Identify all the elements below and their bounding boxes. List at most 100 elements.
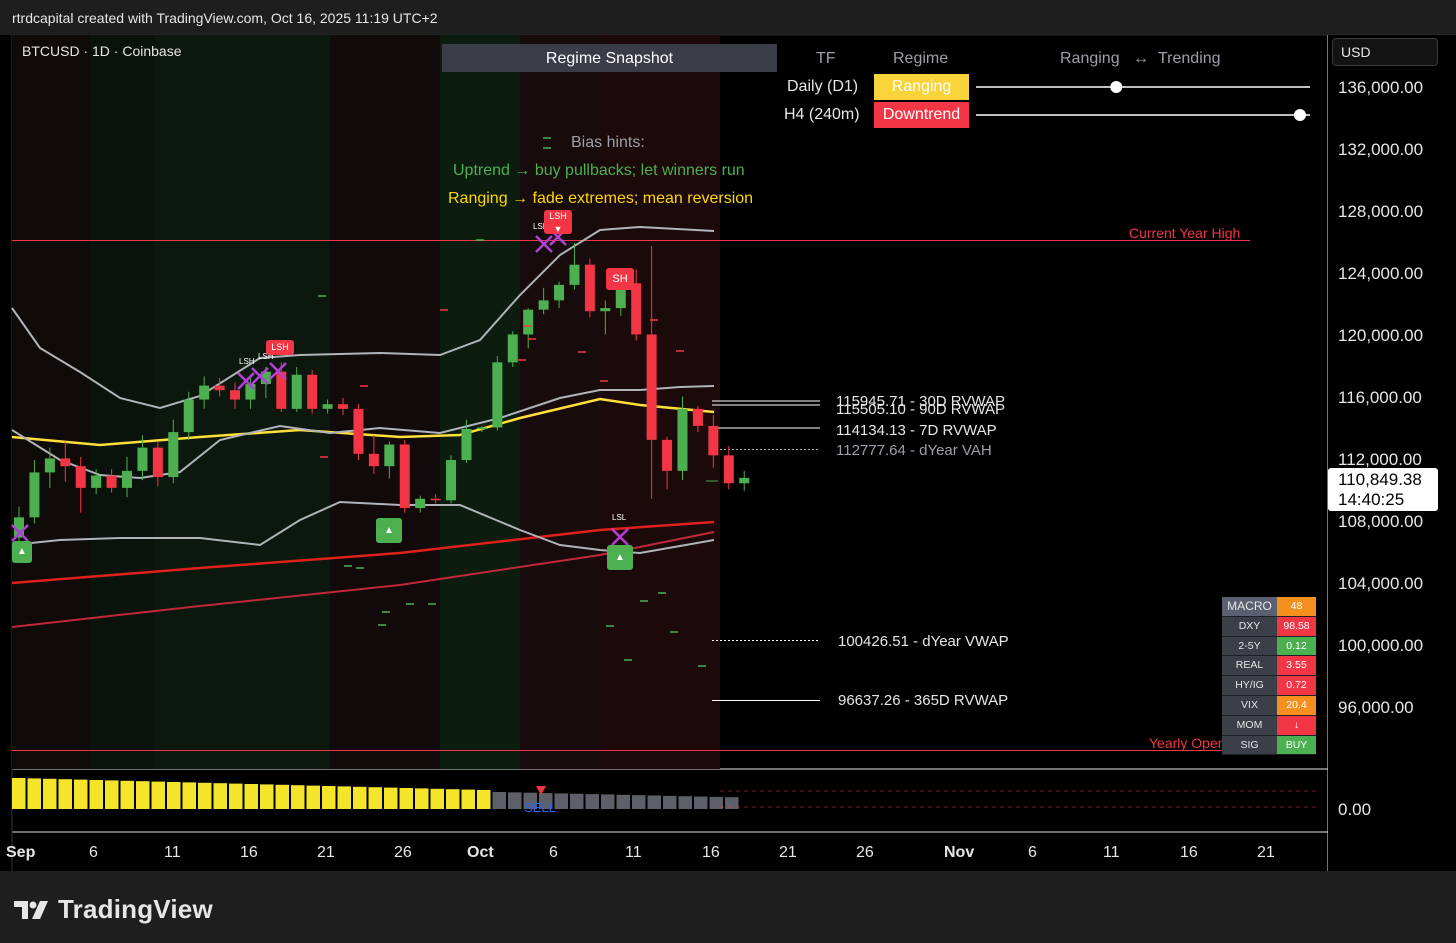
oscillator-bar bbox=[601, 794, 615, 809]
macro-value: 98.58 bbox=[1277, 616, 1316, 637]
candle-body bbox=[492, 362, 503, 428]
oscillator-bar bbox=[229, 783, 243, 809]
currency-button[interactable]: USD bbox=[1332, 38, 1438, 66]
price-chart[interactable] bbox=[0, 0, 1456, 943]
oscillator-bar bbox=[213, 783, 227, 809]
time-axis-tick: 11 bbox=[164, 844, 181, 861]
candle-body bbox=[291, 374, 302, 409]
oscillator-bar bbox=[585, 794, 599, 809]
regime-col-scale-right: Trending bbox=[1158, 50, 1221, 67]
time-axis-tick: 16 bbox=[1180, 844, 1198, 861]
time-axis-tick: 21 bbox=[317, 844, 335, 861]
lsh-signal-badge: LSH bbox=[266, 340, 294, 355]
oscillator-bar bbox=[554, 793, 568, 809]
price-axis-tick: 108,000.00 bbox=[1338, 512, 1424, 531]
regime-background-shade bbox=[440, 35, 520, 769]
candle-body bbox=[476, 427, 487, 429]
time-axis-tick: Oct bbox=[467, 844, 494, 861]
lsh-marker-label: LSH bbox=[239, 357, 255, 366]
up-signal-badge: ▲ bbox=[376, 518, 402, 543]
candle-body bbox=[152, 447, 163, 478]
time-axis-tick: 16 bbox=[702, 844, 720, 861]
bar-countdown: 14:40:25 bbox=[1338, 490, 1405, 509]
bias-uptrend-hint: Uptrend → buy pullbacks; let winners run bbox=[453, 162, 745, 179]
candle-body bbox=[29, 472, 40, 518]
level-7d-rvwap-label: 114134.13 - 7D RVWAP bbox=[836, 422, 997, 439]
macro-row: REAL 3.55 bbox=[1222, 656, 1316, 677]
time-axis-tick: 6 bbox=[1028, 844, 1037, 861]
candle-body bbox=[631, 283, 642, 335]
candle-body bbox=[692, 408, 703, 426]
lsl-marker-label: LSL bbox=[612, 513, 627, 522]
candle-body bbox=[677, 408, 688, 471]
time-axis-tick: Nov bbox=[944, 844, 975, 861]
level-365d-rvwap-label: 96637.26 - 365D RVWAP bbox=[838, 692, 1009, 709]
time-axis-tick: 21 bbox=[779, 844, 797, 861]
oscillator-bar bbox=[244, 784, 258, 809]
price-axis-tick: 100,000.00 bbox=[1338, 636, 1424, 655]
candle-body bbox=[446, 460, 457, 501]
price-axis-tick: 128,000.00 bbox=[1338, 202, 1424, 221]
oscillator-bar bbox=[58, 779, 72, 809]
oscillator-bar bbox=[399, 788, 413, 809]
down-arrow-icon: ▼ bbox=[553, 224, 563, 234]
regime-snapshot-title: Regime Snapshot bbox=[442, 44, 777, 72]
time-axis-tick: 11 bbox=[1103, 844, 1120, 861]
oscillator-bar bbox=[275, 784, 289, 809]
price-axis-tick: 136,000.00 bbox=[1338, 78, 1424, 97]
oscillator-bar bbox=[694, 796, 708, 809]
bias-ranging-hint: Ranging → fade extremes; mean reversion bbox=[448, 190, 754, 207]
regime-h4-slider-knob bbox=[1293, 109, 1306, 121]
candle-body bbox=[415, 498, 426, 509]
oscillator-bar bbox=[353, 786, 367, 809]
macro-key: 2-5Y bbox=[1222, 636, 1277, 657]
oscillator-bar bbox=[291, 785, 305, 809]
candle-body bbox=[708, 425, 719, 456]
regime-row-d1-badge: Ranging bbox=[874, 74, 969, 100]
regime-col-scale-left: Ranging bbox=[1060, 50, 1120, 67]
time-axis-tick: 26 bbox=[856, 844, 874, 861]
last-price-value: 110,849.38 bbox=[1338, 470, 1422, 489]
candle-body bbox=[338, 404, 349, 409]
time-axis-tick: 11 bbox=[625, 844, 642, 861]
price-axis-tick: 116,000.00 bbox=[1338, 388, 1422, 407]
candle-body bbox=[183, 399, 194, 433]
macro-value: ↓ bbox=[1277, 715, 1316, 736]
oscillator-bar bbox=[461, 789, 475, 809]
yearly-open-label: Yearly Open bbox=[1149, 735, 1226, 751]
price-axis-tick: 132,000.00 bbox=[1338, 140, 1424, 159]
oscillator-bar bbox=[368, 787, 382, 809]
current-year-high-label: Current Year High bbox=[1129, 225, 1241, 241]
price-axis-tick: 96,000.00 bbox=[1338, 698, 1414, 717]
oscillator-bar bbox=[492, 792, 506, 809]
level-dyear-vah-label: 112777.64 - dYear VAH bbox=[836, 442, 992, 459]
footer-bar bbox=[0, 871, 1456, 943]
regime-col-tf: TF bbox=[816, 50, 836, 67]
tradingview-logo[interactable]: TradingView bbox=[14, 894, 213, 925]
regime-row-d1-tf: Daily (D1) bbox=[787, 78, 859, 95]
time-axis-tick: 6 bbox=[549, 844, 558, 861]
oscillator-bar bbox=[430, 788, 444, 809]
time-axis-tick: 21 bbox=[1257, 844, 1275, 861]
candle-body bbox=[569, 264, 580, 285]
symbol-title[interactable]: BTCUSD · 1D · Coinbase bbox=[22, 43, 182, 59]
tradingview-wordmark: TradingView bbox=[58, 894, 213, 924]
candle-body bbox=[307, 374, 318, 409]
oscillator-bar bbox=[477, 790, 491, 809]
macro-key: VIX bbox=[1222, 695, 1277, 716]
regime-col-regime: Regime bbox=[893, 50, 949, 67]
macro-row: MACRO 48 bbox=[1222, 597, 1316, 617]
oscillator-bar bbox=[663, 795, 677, 809]
candle-body bbox=[523, 309, 534, 335]
oscillator-bar bbox=[260, 784, 274, 809]
macro-table: MACRO 48 DXY 98.58 2-5Y 0.12 REAL 3.55 HY/IG 0.72… bbox=[1222, 597, 1316, 756]
candle-body bbox=[646, 334, 657, 440]
oscillator-bar bbox=[322, 786, 336, 809]
price-axis-tick: 124,000.00 bbox=[1338, 264, 1424, 283]
macro-key: MACRO bbox=[1222, 597, 1277, 617]
time-axis-tick: 26 bbox=[394, 844, 412, 861]
regime-background-shade bbox=[12, 35, 90, 769]
candle-body bbox=[538, 300, 549, 310]
time-axis-tick: Sep bbox=[6, 844, 36, 861]
candle-body bbox=[106, 475, 117, 488]
